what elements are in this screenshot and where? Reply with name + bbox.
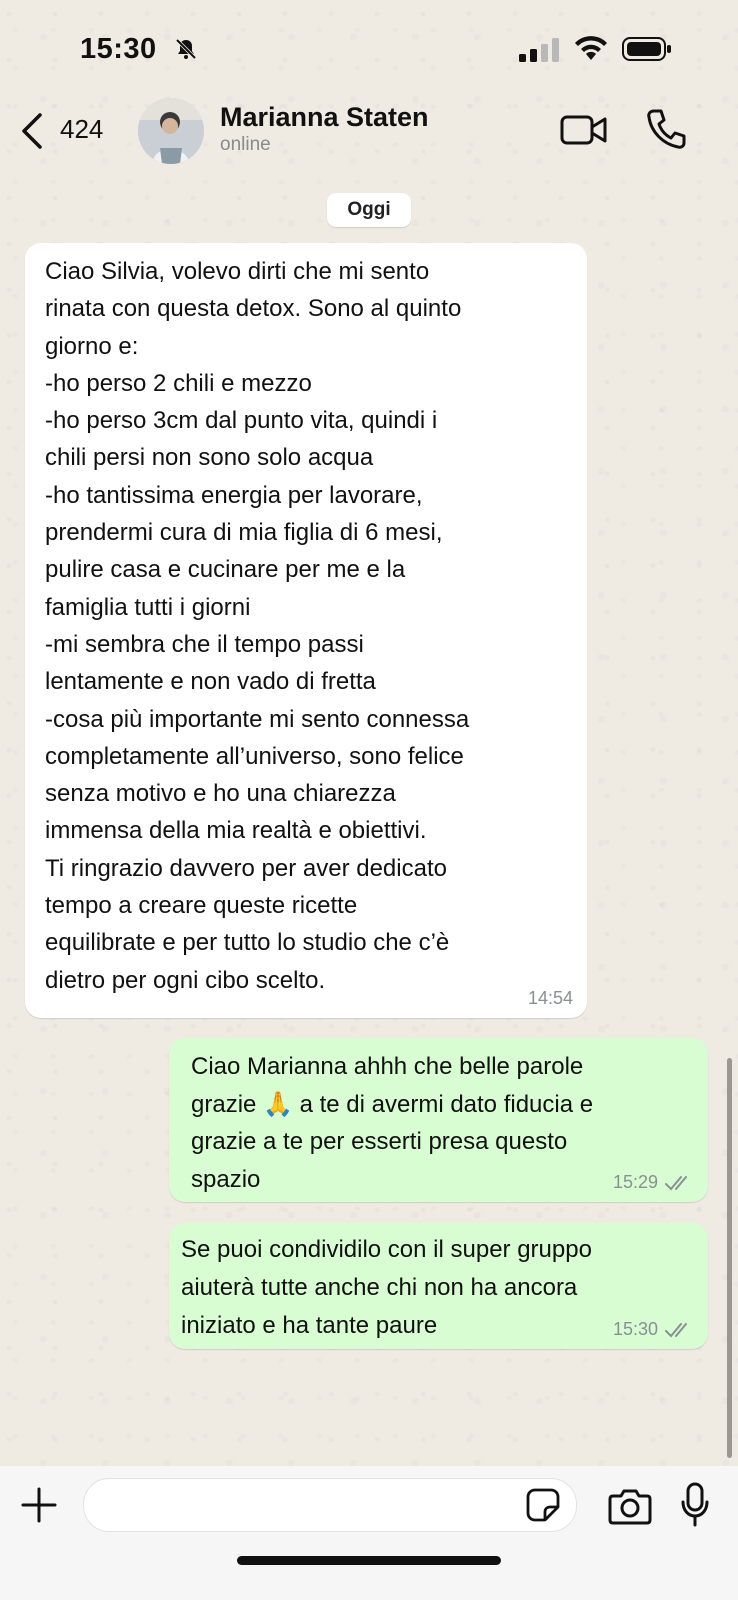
sticker-icon[interactable] bbox=[525, 1487, 561, 1523]
message-bubble-incoming[interactable]: Ciao Silvia, volevo dirti che mi sento r… bbox=[25, 243, 587, 1018]
double-check-icon bbox=[665, 1175, 687, 1190]
status-bar: 15:30 bbox=[0, 0, 738, 90]
home-indicator[interactable] bbox=[237, 1556, 501, 1565]
message-time: 15:29 bbox=[612, 1172, 658, 1192]
chat-header: 424 Marianna Staten online bbox=[0, 90, 738, 180]
plus-icon[interactable] bbox=[20, 1486, 58, 1524]
avatar[interactable] bbox=[138, 98, 204, 164]
chat-scrollbar[interactable] bbox=[727, 1058, 732, 1458]
message-text: Ciao Marianna ahhh che belle parole graz… bbox=[191, 1053, 594, 1193]
date-separator: Oggi bbox=[327, 193, 411, 227]
bell-slash-icon bbox=[175, 38, 197, 60]
signal-icon bbox=[519, 38, 559, 62]
message-bubble-outgoing[interactable]: Se puoi condividilo con il super gruppo … bbox=[169, 1223, 708, 1349]
message-input-bar bbox=[0, 1466, 738, 1600]
back-unread-count[interactable]: 424 bbox=[60, 114, 103, 145]
message-input[interactable] bbox=[102, 1479, 506, 1531]
message-input-wrapper bbox=[83, 1478, 577, 1532]
wifi-icon bbox=[575, 36, 607, 60]
message-meta: 14:54 bbox=[528, 988, 573, 1009]
camera-icon[interactable] bbox=[608, 1486, 652, 1526]
microphone-icon[interactable] bbox=[680, 1482, 710, 1528]
chevron-left-icon[interactable] bbox=[18, 112, 46, 150]
battery-icon bbox=[622, 37, 671, 61]
phone-icon[interactable] bbox=[646, 108, 686, 150]
status-time: 15:30 bbox=[80, 33, 157, 65]
message-time: 15:30 bbox=[612, 1319, 658, 1339]
message-meta: 15:29 bbox=[613, 1172, 694, 1193]
message-time: 14:54 bbox=[527, 988, 573, 1008]
message-bubble-outgoing[interactable]: Ciao Marianna ahhh che belle parole graz… bbox=[169, 1038, 708, 1202]
video-camera-icon[interactable] bbox=[560, 112, 608, 148]
message-meta: 15:30 bbox=[613, 1319, 694, 1340]
double-check-icon bbox=[665, 1322, 687, 1337]
contact-status: online bbox=[220, 134, 271, 155]
message-text: Ciao Silvia, volevo dirti che mi sento r… bbox=[45, 258, 470, 994]
contact-name[interactable]: Marianna Staten bbox=[220, 102, 429, 133]
